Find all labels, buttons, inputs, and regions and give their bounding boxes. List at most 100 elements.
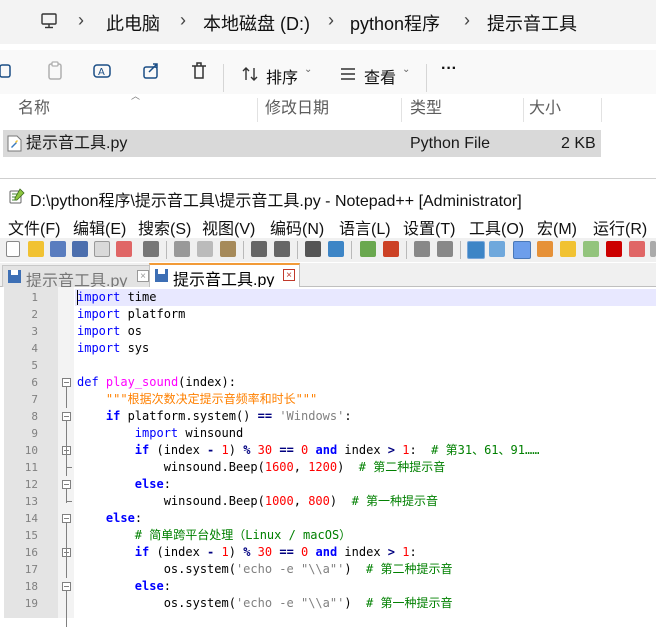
paste-icon[interactable]: [44, 60, 66, 82]
chevron-down-icon[interactable]: ⌄: [304, 64, 312, 75]
code-editor[interactable]: 1 2 3 4 5 6 7 8 9 10 11 12 13 14 15 16 17 18 19 import tim…: [0, 287, 656, 627]
sync-vertical-scroll-icon[interactable]: [414, 241, 430, 257]
save-all-icon[interactable]: [72, 241, 88, 257]
menu-encoding[interactable]: 编码(N): [270, 215, 324, 239]
chevron-right-icon[interactable]: ›: [464, 10, 470, 31]
show-all-characters-icon[interactable]: [489, 241, 505, 257]
this-pc-icon[interactable]: [40, 12, 58, 30]
sort-icon[interactable]: [240, 64, 260, 84]
cut-icon[interactable]: [174, 241, 190, 257]
toolbar-overflow-icon[interactable]: [650, 241, 656, 257]
sort-button[interactable]: 排序: [266, 64, 298, 88]
code-line[interactable]: import winsound: [77, 425, 243, 442]
view-icon[interactable]: [338, 64, 358, 84]
close-tab-icon[interactable]: ×: [137, 270, 149, 282]
close-file-icon[interactable]: [94, 241, 110, 257]
menu-language[interactable]: 语言(L): [339, 215, 391, 239]
user-language-icon[interactable]: [537, 241, 553, 257]
code-line[interactable]: import platform: [77, 306, 185, 323]
more-options-button[interactable]: ···: [441, 60, 457, 78]
code-line[interactable]: os.system('echo -e "\\a"') # 第一种提示音: [77, 595, 453, 612]
breadcrumb-local-disk[interactable]: 本地磁盘 (D:): [203, 10, 310, 36]
column-divider[interactable]: [257, 98, 258, 122]
sync-horizontal-scroll-icon[interactable]: [437, 241, 453, 257]
fold-toggle-icon[interactable]: [62, 514, 71, 523]
undo-icon[interactable]: [251, 241, 267, 257]
fold-toggle-icon[interactable]: [62, 582, 71, 591]
breadcrumb-current-folder[interactable]: 提示音工具: [487, 10, 577, 36]
menu-macro[interactable]: 宏(M): [537, 215, 577, 239]
code-line[interactable]: winsound.Beep(1000, 800) # 第一种提示音: [77, 493, 438, 510]
fold-guide-line: [66, 591, 67, 627]
copy-icon[interactable]: [0, 60, 16, 82]
menu-run[interactable]: 运行(R): [593, 215, 647, 239]
column-name[interactable]: 名称: [18, 94, 50, 124]
word-wrap-icon[interactable]: [467, 241, 485, 259]
address-bar[interactable]: › 此电脑 › 本地磁盘 (D:) › python程序 › 提示音工具: [0, 0, 656, 44]
redo-icon[interactable]: [274, 241, 290, 257]
column-size[interactable]: 大小: [529, 94, 561, 124]
print-icon[interactable]: [143, 241, 159, 257]
document-map-icon[interactable]: [560, 241, 576, 257]
tab-active[interactable]: 提示音工具.py ×: [149, 263, 300, 289]
code-line[interactable]: winsound.Beep(1600, 1200) # 第二种提示音: [77, 459, 446, 476]
record-macro-icon[interactable]: [606, 241, 622, 257]
copy-icon[interactable]: [197, 241, 213, 257]
menu-view[interactable]: 视图(V): [202, 215, 255, 239]
code-line[interactable]: if platform.system() == 'Windows':: [77, 408, 352, 425]
code-line[interactable]: def play_sound(index):: [77, 374, 236, 391]
function-list-icon[interactable]: [583, 241, 599, 257]
code-line[interactable]: os.system('echo -e "\\a"') # 第二种提示音: [77, 561, 453, 578]
chevron-right-icon[interactable]: ›: [180, 10, 186, 31]
indent-guide-icon[interactable]: [513, 241, 531, 259]
code-line[interactable]: if (index - 1) % 30 == 0 and index > 1:: [77, 544, 417, 561]
column-divider[interactable]: [601, 98, 602, 122]
save-icon[interactable]: [50, 241, 66, 257]
chevron-right-icon[interactable]: ›: [328, 10, 334, 31]
close-all-icon[interactable]: [116, 241, 132, 257]
code-line[interactable]: import time: [77, 289, 156, 306]
menu-tools[interactable]: 工具(O): [469, 215, 524, 239]
code-line[interactable]: import os: [77, 323, 142, 340]
chevron-down-icon[interactable]: ⌄: [402, 64, 410, 75]
zoom-out-icon[interactable]: [383, 241, 399, 257]
view-button[interactable]: 查看: [364, 64, 396, 88]
tab-inactive[interactable]: 提示音工具.py ×: [2, 265, 151, 290]
rename-icon[interactable]: A: [91, 60, 113, 82]
close-tab-icon[interactable]: ×: [283, 269, 295, 281]
replace-icon[interactable]: [328, 241, 344, 257]
fold-toggle-icon[interactable]: [62, 378, 71, 387]
paste-icon[interactable]: [220, 241, 236, 257]
open-file-icon[interactable]: [28, 241, 44, 257]
file-row[interactable]: 提示音工具.py Python File 2 KB: [3, 130, 601, 157]
find-icon[interactable]: [305, 241, 321, 257]
code-line[interactable]: else:: [77, 578, 171, 595]
zoom-in-icon[interactable]: [360, 241, 376, 257]
fold-guide-line: [66, 387, 67, 408]
column-divider[interactable]: [523, 98, 524, 122]
breadcrumb-this-pc[interactable]: 此电脑: [106, 10, 160, 36]
code-line[interactable]: if (index - 1) % 30 == 0 and index > 1: …: [77, 442, 540, 459]
folder-as-workspace-icon[interactable]: [629, 241, 645, 257]
column-modified[interactable]: 修改日期: [265, 94, 329, 124]
title-bar[interactable]: D:\python程序\提示音工具\提示音工具.py - Notepad++ […: [0, 179, 656, 212]
breadcrumb-python-folder[interactable]: python程序: [350, 10, 440, 36]
code-line[interactable]: else:: [77, 510, 142, 527]
code-line[interactable]: else:: [77, 476, 171, 493]
chevron-right-icon[interactable]: ›: [78, 10, 84, 31]
share-icon[interactable]: [140, 60, 162, 82]
menu-file[interactable]: 文件(F): [8, 215, 60, 239]
menu-settings[interactable]: 设置(T): [403, 215, 455, 239]
fold-toggle-icon[interactable]: [62, 480, 71, 489]
menu-edit[interactable]: 编辑(E): [73, 215, 126, 239]
fold-toggle-icon[interactable]: [62, 412, 71, 421]
menu-search[interactable]: 搜索(S): [138, 215, 191, 239]
new-file-icon[interactable]: [6, 241, 20, 257]
column-type[interactable]: 类型: [410, 94, 442, 124]
code-line[interactable]: import sys: [77, 340, 149, 357]
editor-toolbar: [0, 238, 656, 262]
column-divider[interactable]: [401, 98, 402, 122]
code-line[interactable]: # 简单跨平台处理（Linux / macOS）: [77, 527, 351, 544]
code-line[interactable]: """根据次数决定提示音频率和时长""": [77, 391, 317, 408]
delete-icon[interactable]: [188, 60, 210, 82]
